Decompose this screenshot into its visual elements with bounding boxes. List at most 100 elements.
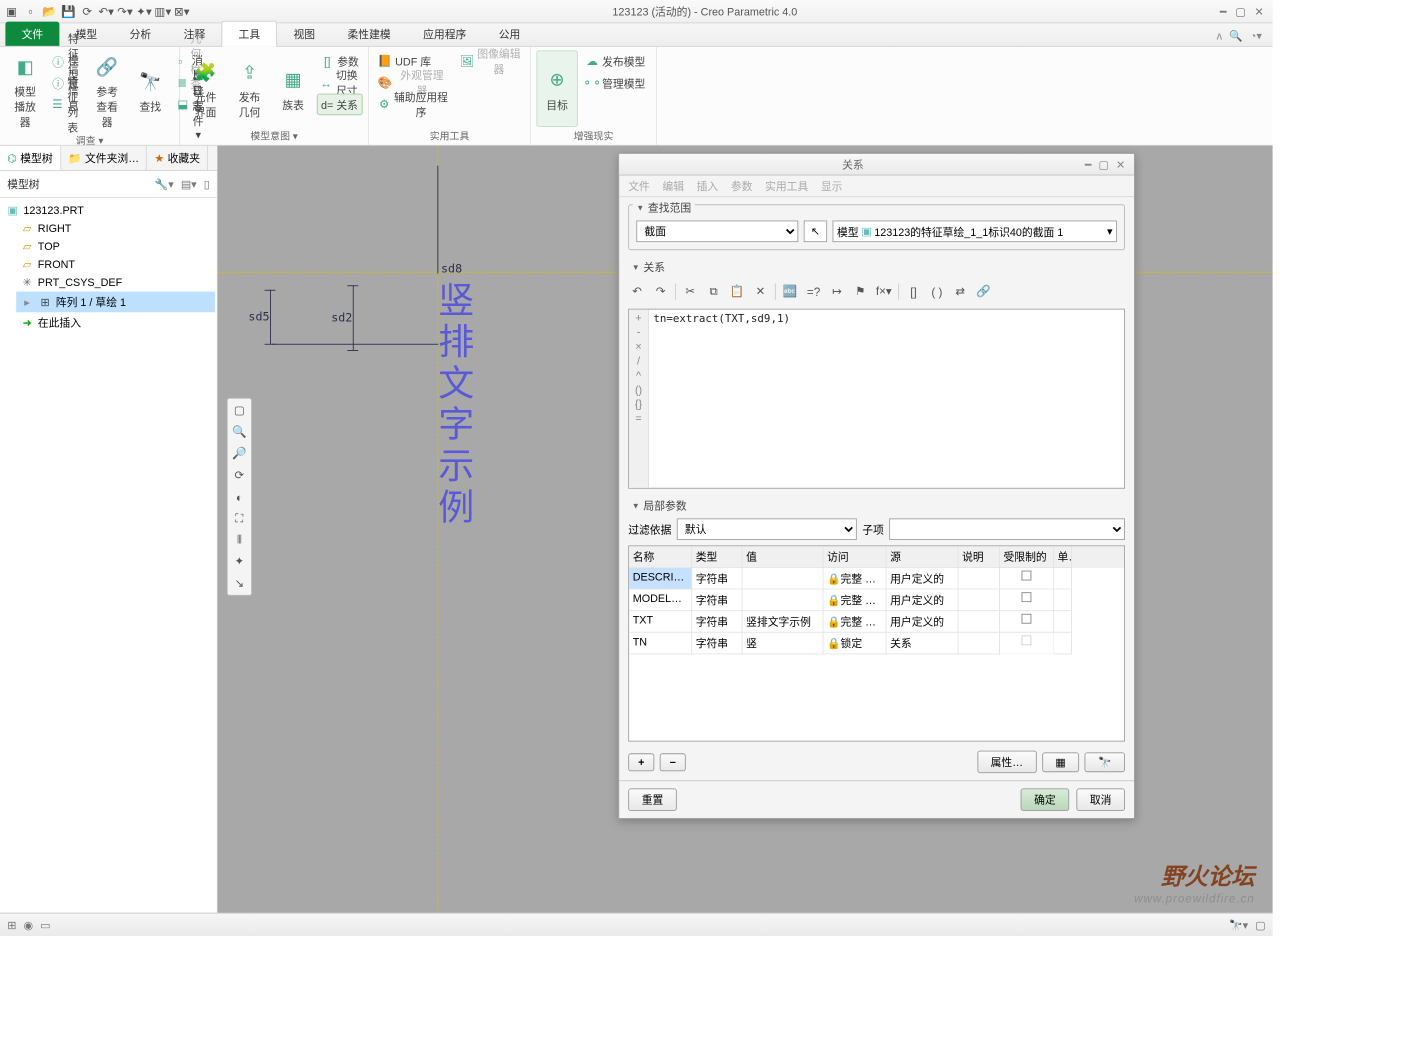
- add-param-button[interactable]: +: [628, 753, 654, 771]
- paste-icon[interactable]: 📋: [728, 283, 746, 301]
- geom-filter-icon[interactable]: ▢: [1255, 918, 1265, 931]
- brackets-icon[interactable]: []: [905, 283, 923, 301]
- close-button[interactable]: ✕: [1255, 5, 1264, 18]
- feat-list-button[interactable]: ☰特征列表: [49, 94, 84, 116]
- windows-icon[interactable]: ▥▾: [155, 3, 171, 19]
- cancel-button[interactable]: 取消: [1076, 788, 1125, 811]
- dlg-max-button[interactable]: ▢: [1095, 158, 1112, 171]
- zoom-out-icon[interactable]: 🔎: [230, 445, 248, 463]
- verify-icon[interactable]: =?: [805, 283, 823, 301]
- unit-icon[interactable]: ( ): [928, 283, 946, 301]
- menu-insert[interactable]: 插入: [697, 178, 719, 193]
- dim-sd2[interactable]: sd2: [331, 311, 352, 325]
- tab-tools[interactable]: 工具: [221, 21, 277, 47]
- tree-root[interactable]: ▣123123.PRT: [2, 202, 215, 220]
- table-row[interactable]: TN字符串竖🔒锁定关系: [629, 633, 1124, 655]
- dlg-min-button[interactable]: ━: [1081, 158, 1095, 171]
- ok-button[interactable]: 确定: [1021, 788, 1070, 811]
- tree-filter-icon[interactable]: ▤▾: [179, 176, 198, 192]
- repaint-icon[interactable]: ⟳: [230, 466, 248, 484]
- maximize-button[interactable]: ▢: [1235, 5, 1245, 18]
- ribbon-collapse-icon[interactable]: ʌ: [1217, 30, 1222, 43]
- param-viewer-button[interactable]: 🔗参考查看器: [87, 50, 127, 131]
- menu-utils[interactable]: 实用工具: [765, 178, 808, 193]
- open-icon[interactable]: 📂: [41, 3, 57, 19]
- new-icon[interactable]: ▫: [23, 3, 39, 19]
- tree-csys[interactable]: ✳PRT_CSYS_DEF: [16, 274, 215, 292]
- model-player-button[interactable]: ◧模型播放器: [5, 50, 45, 131]
- tab-analysis[interactable]: 分析: [113, 22, 167, 46]
- reset-button[interactable]: 重置: [628, 788, 677, 811]
- scope-type-select[interactable]: 截面: [636, 221, 798, 243]
- menu-file[interactable]: 文件: [628, 178, 650, 193]
- expand-icon[interactable]: ▸: [20, 296, 34, 309]
- regen-icon[interactable]: ✦▾: [136, 3, 152, 19]
- sel-filter-icon[interactable]: ⊞: [7, 918, 16, 931]
- saved-view-icon[interactable]: ⛶: [230, 509, 248, 527]
- relations-button[interactable]: d= 关系: [317, 94, 363, 116]
- tree-settings-icon[interactable]: 🔧▾: [153, 176, 175, 192]
- scope-model-select[interactable]: 模型 ▣ 123123的特征草绘_1_1标识40的截面 1 ▾: [833, 221, 1117, 243]
- tab-apps[interactable]: 应用程序: [407, 22, 483, 46]
- perspective-icon[interactable]: ⫴: [230, 531, 248, 549]
- undo-icon[interactable]: ↶▾: [98, 3, 114, 19]
- dim-sd8[interactable]: sd8: [441, 263, 462, 277]
- style-icon[interactable]: ◐: [230, 488, 248, 506]
- search-icon[interactable]: 🔍: [1229, 30, 1242, 43]
- arrow-icon[interactable]: ↘: [230, 574, 248, 592]
- columns-button[interactable]: ▦: [1042, 752, 1079, 772]
- manage-model-button[interactable]: ⚬⚬管理模型: [581, 72, 649, 94]
- dim-sd5[interactable]: sd5: [248, 311, 269, 325]
- sort-icon[interactable]: 🔤: [781, 283, 799, 301]
- view-icon[interactable]: ▭: [40, 918, 50, 931]
- reload-icon[interactable]: ⟳: [79, 3, 95, 19]
- flag-icon[interactable]: ⚑: [851, 283, 869, 301]
- tree-show-icon[interactable]: ▯: [202, 176, 212, 192]
- save-icon[interactable]: 💾: [60, 3, 76, 19]
- refit-icon[interactable]: ▢: [230, 401, 248, 419]
- cut-icon[interactable]: ✂: [681, 283, 699, 301]
- tab-common[interactable]: 公用: [483, 22, 537, 46]
- tab-model-tree[interactable]: ⌬模型树: [0, 146, 61, 170]
- remove-param-button[interactable]: −: [660, 753, 686, 771]
- table-row[interactable]: MODELE…字符串🔒完整 …用户定义的: [629, 590, 1124, 612]
- dropdown-icon[interactable]: ▾: [1107, 225, 1112, 238]
- fx-icon[interactable]: f×▾: [875, 283, 893, 301]
- aux-app-button[interactable]: ⚙辅助应用程序: [374, 94, 452, 116]
- model-tree[interactable]: ▣123123.PRT ▱RIGHT ▱TOP ▱FRONT ✳PRT_CSYS…: [0, 198, 217, 913]
- relations-text[interactable]: tn=extract(TXT,sd9,1): [649, 310, 1124, 488]
- relations-editor[interactable]: +-×/^(){}= tn=extract(TXT,sd9,1): [628, 309, 1125, 489]
- tab-flex[interactable]: 柔性建模: [331, 22, 407, 46]
- tree-insert-here[interactable]: ➜在此插入: [16, 312, 215, 333]
- tree-pattern-sketch[interactable]: ▸⊞阵列 1 / 草绘 1: [16, 292, 215, 313]
- redo-icon[interactable]: ↷▾: [117, 3, 133, 19]
- properties-button[interactable]: 属性…: [977, 751, 1036, 774]
- pick-cursor-button[interactable]: ↖: [804, 221, 827, 243]
- convert-icon[interactable]: ⇄: [951, 283, 969, 301]
- copy-icon[interactable]: ⧉: [705, 283, 723, 301]
- find-icon[interactable]: 🔭▾: [1229, 918, 1248, 931]
- menu-edit[interactable]: 编辑: [662, 178, 684, 193]
- table-row[interactable]: TXT字符串竖排文字示例🔒完整 …用户定义的: [629, 611, 1124, 633]
- delete-icon[interactable]: ✕: [752, 283, 770, 301]
- help-icon[interactable]: ◔▾: [1250, 30, 1262, 43]
- menu-show[interactable]: 显示: [821, 178, 843, 193]
- sub-select[interactable]: [889, 518, 1125, 540]
- tab-favorites[interactable]: ★收藏夹: [147, 146, 208, 170]
- tab-file[interactable]: 文件: [5, 22, 59, 46]
- find-button[interactable]: 🔭查找: [131, 50, 171, 131]
- menu-params[interactable]: 参数: [731, 178, 753, 193]
- app-manage-icon[interactable]: ✦: [230, 553, 248, 571]
- table-row[interactable]: DESCRIP…字符串🔒完整 …用户定义的: [629, 568, 1124, 590]
- find-param-button[interactable]: 🔭: [1085, 752, 1125, 772]
- arrow-right-icon[interactable]: ↦: [828, 283, 846, 301]
- tab-view[interactable]: 视图: [277, 22, 331, 46]
- tab-file-browser[interactable]: 📁文件夹浏…: [61, 146, 147, 170]
- zoom-in-icon[interactable]: 🔍: [230, 423, 248, 441]
- component-ui-button[interactable]: 🧩元件界面: [185, 50, 225, 127]
- ar-target-button[interactable]: ⊕目标: [536, 50, 577, 127]
- info-icon[interactable]: ◉: [23, 918, 32, 931]
- publish-geom-button[interactable]: ⇪发布几何: [229, 50, 269, 127]
- redo-icon[interactable]: ↷: [652, 283, 670, 301]
- link-icon[interactable]: 🔗: [975, 283, 993, 301]
